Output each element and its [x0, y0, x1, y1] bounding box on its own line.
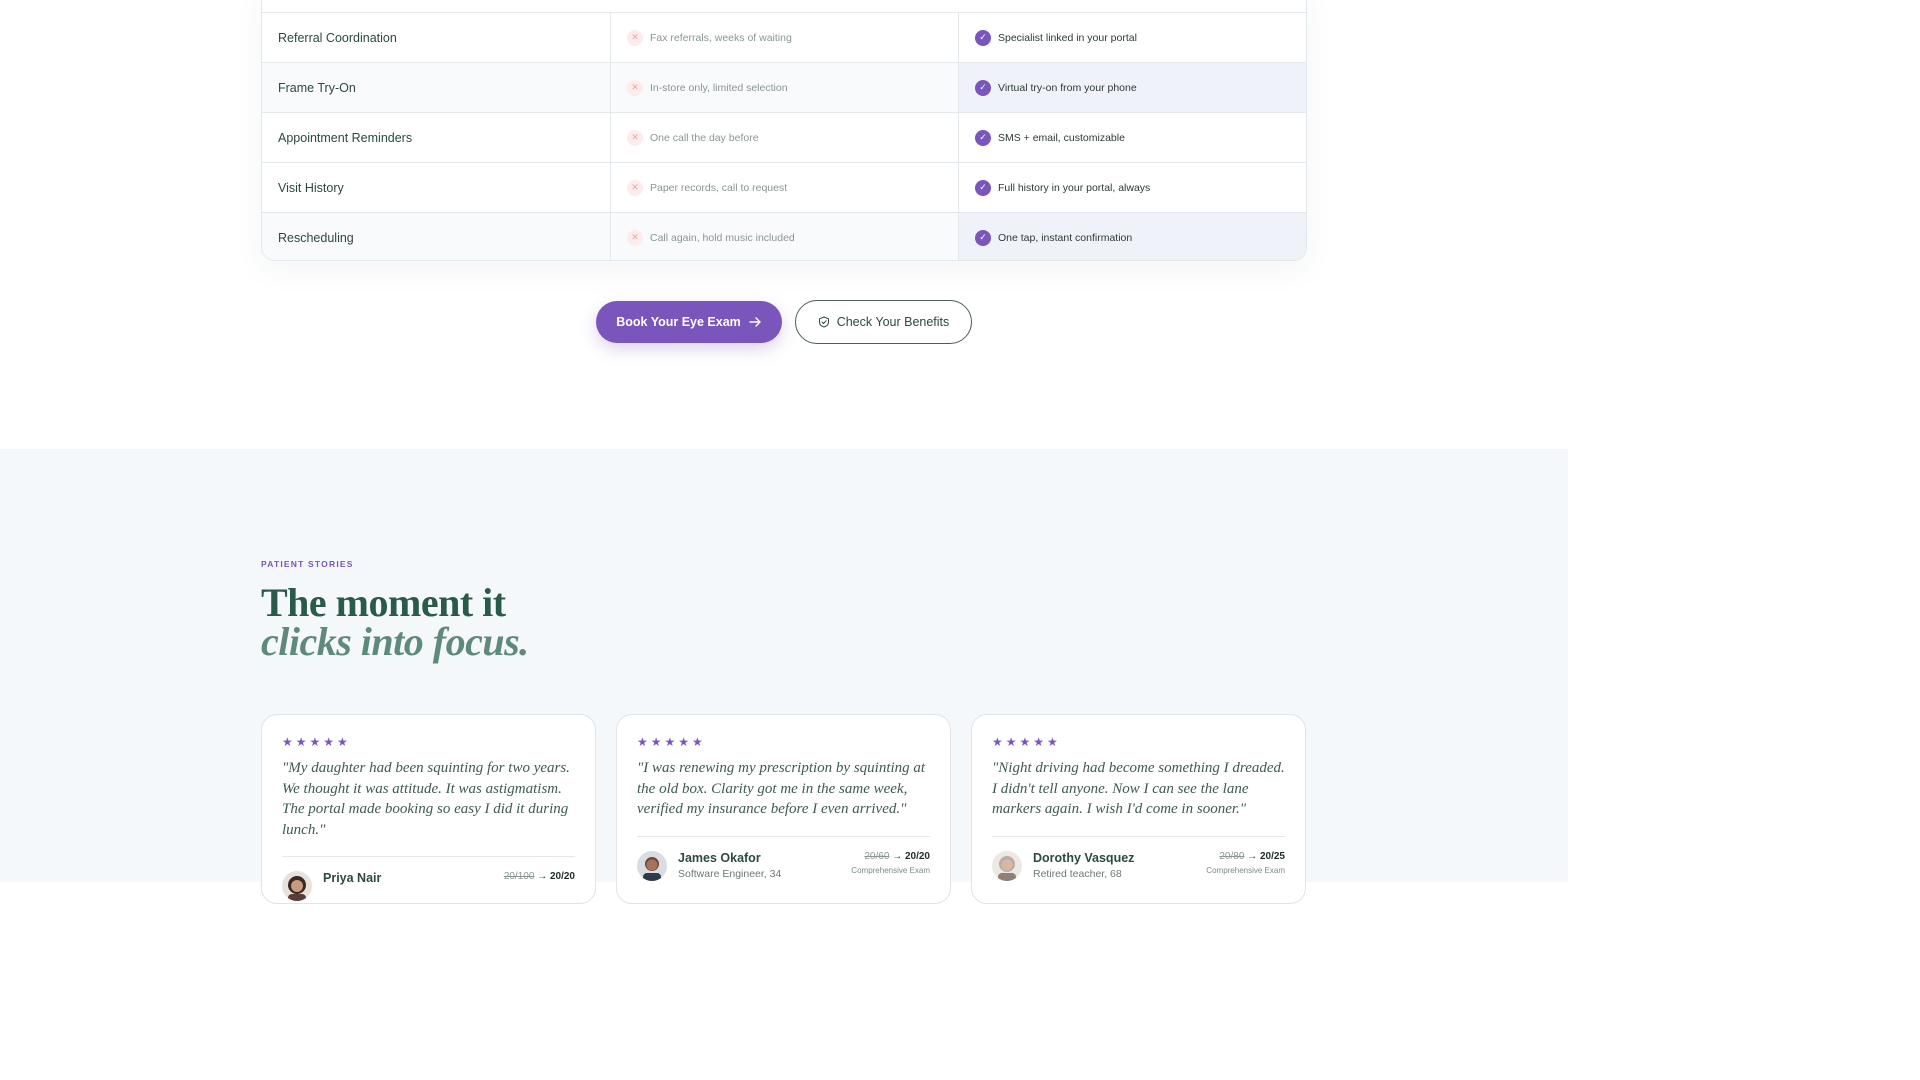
arrow-right-icon: [749, 317, 761, 327]
old-way-cell: ✕ Fax referrals, weeks of waiting: [611, 13, 959, 62]
vision-result: 20/60 → 20/20 Comprehensive Exam: [851, 851, 930, 875]
book-eye-exam-button[interactable]: Book Your Eye Exam: [596, 301, 782, 343]
vision-after: 20/25: [1259, 850, 1285, 862]
new-way-text: Virtual try-on from your phone: [998, 81, 1137, 94]
arrow-right-icon: →: [537, 871, 550, 882]
star-icon: ★★★★★: [992, 735, 1061, 749]
testimonial-quote: "My daughter had been squinting for two …: [282, 760, 570, 838]
vision-result: 20/100 → 20/20: [504, 871, 575, 886]
author-name: Dorothy Vasquez: [1033, 850, 1135, 865]
book-eye-exam-label: Book Your Eye Exam: [616, 315, 741, 329]
testimonial-author: Priya Nair 20/100 → 20/20: [282, 871, 575, 901]
old-way-cell: ✕ One call the day before: [611, 113, 959, 162]
check-icon: ✓: [975, 79, 991, 96]
section-headline: The moment it clicks into focus.: [261, 583, 529, 664]
feature-cell: Rescheduling: [262, 213, 611, 260]
check-benefits-label: Check Your Benefits: [836, 315, 950, 329]
vision-before: 20/80: [1219, 850, 1245, 862]
x-icon: ✕: [627, 229, 643, 246]
new-way-cell: ✓ Specialist linked in your portal: [959, 13, 1306, 62]
old-way-text: Fax referrals, weeks of waiting: [650, 31, 792, 44]
check-icon: ✓: [975, 129, 991, 146]
divider: [637, 835, 930, 837]
testimonial-card: ★★★★★ "I was renewing my prescription by…: [616, 714, 951, 904]
table-row: Visit History ✕ Paper records, call to r…: [262, 162, 1306, 212]
x-icon: ✕: [627, 129, 643, 146]
new-way-cell: ✓ Full history in your portal, always: [959, 163, 1306, 212]
avatar: [992, 850, 1022, 881]
x-icon: ✕: [627, 79, 643, 96]
headline-line-2: clicks into focus.: [261, 619, 529, 664]
vision-before: 20/60: [864, 850, 890, 862]
check-benefits-button[interactable]: Check Your Benefits: [795, 300, 972, 344]
x-icon: ✕: [627, 179, 643, 196]
avatar: [282, 871, 312, 901]
old-way-cell: ✕ Call again, hold music included: [611, 213, 959, 260]
testimonial-quote: "I was renewing my prescription by squin…: [637, 760, 926, 817]
testimonial-quote: "Night driving had become something I dr…: [992, 760, 1285, 817]
table-row: Frame Try-On ✕ In-store only, limited se…: [262, 62, 1306, 112]
feature-cell: Frame Try-On: [262, 63, 611, 112]
x-icon: ✕: [627, 29, 643, 46]
comparison-table: Referral Coordination ✕ Fax referrals, w…: [261, 0, 1307, 261]
new-way-text: One tap, instant confirmation: [998, 231, 1133, 244]
old-way-text: One call the day before: [650, 131, 759, 144]
new-way-text: Full history in your portal, always: [998, 181, 1151, 194]
divider: [992, 835, 1285, 837]
author-name: James Okafor: [678, 850, 761, 865]
feature-cell: Appointment Reminders: [262, 113, 611, 162]
testimonial-author: James Okafor Software Engineer, 34 20/60…: [637, 850, 930, 881]
check-icon: ✓: [975, 179, 991, 196]
table-row: Rescheduling ✕ Call again, hold music in…: [262, 212, 1306, 260]
old-way-cell: ✕ In-store only, limited selection: [611, 63, 959, 112]
new-way-cell: ✓ One tap, instant confirmation: [959, 213, 1306, 260]
author-role: Software Engineer, 34: [678, 867, 782, 880]
new-way-cell: ✓ Virtual try-on from your phone: [959, 63, 1306, 112]
vision-before: 20/100: [503, 871, 535, 882]
feature-cell: Referral Coordination: [262, 13, 611, 62]
new-way-text: SMS + email, customizable: [998, 131, 1125, 144]
vision-result: 20/80 → 20/25 Comprehensive Exam: [1206, 851, 1285, 875]
divider: [282, 856, 575, 857]
vision-after: 20/20: [549, 871, 575, 882]
testimonial-card: ★★★★★ "My daughter had been squinting fo…: [261, 714, 596, 904]
new-way-cell: ✓ SMS + email, customizable: [959, 113, 1306, 162]
table-row: Appointment Reminders ✕ One call the day…: [262, 112, 1306, 162]
arrow-right-icon: →: [1247, 850, 1260, 862]
vision-after: 20/20: [904, 850, 930, 862]
check-icon: ✓: [975, 29, 991, 46]
testimonial-card: ★★★★★ "Night driving had become somethin…: [971, 714, 1306, 904]
exam-type: Comprehensive Exam: [1206, 865, 1285, 875]
shield-icon: [818, 316, 829, 328]
arrow-right-icon: →: [892, 850, 905, 862]
star-icon: ★★★★★: [282, 735, 351, 749]
old-way-text: Paper records, call to request: [650, 181, 788, 194]
patient-stories-section: PATIENT STORIES The moment it clicks int…: [0, 449, 1568, 904]
table-row: Referral Coordination ✕ Fax referrals, w…: [262, 12, 1306, 62]
feature-cell: Visit History: [262, 163, 611, 212]
exam-type: Comprehensive Exam: [851, 865, 930, 875]
avatar: [637, 850, 667, 881]
old-way-text: In-store only, limited selection: [650, 81, 788, 94]
testimonial-author: Dorothy Vasquez Retired teacher, 68 20/8…: [992, 850, 1285, 881]
section-eyebrow: PATIENT STORIES: [261, 559, 354, 569]
star-icon: ★★★★★: [637, 735, 706, 749]
new-way-text: Specialist linked in your portal: [998, 31, 1137, 44]
check-icon: ✓: [975, 229, 991, 246]
old-way-cell: ✕ Paper records, call to request: [611, 163, 959, 212]
author-name: Priya Nair: [323, 871, 382, 885]
old-way-text: Call again, hold music included: [650, 231, 795, 244]
author-role: Retired teacher, 68: [1033, 867, 1122, 880]
